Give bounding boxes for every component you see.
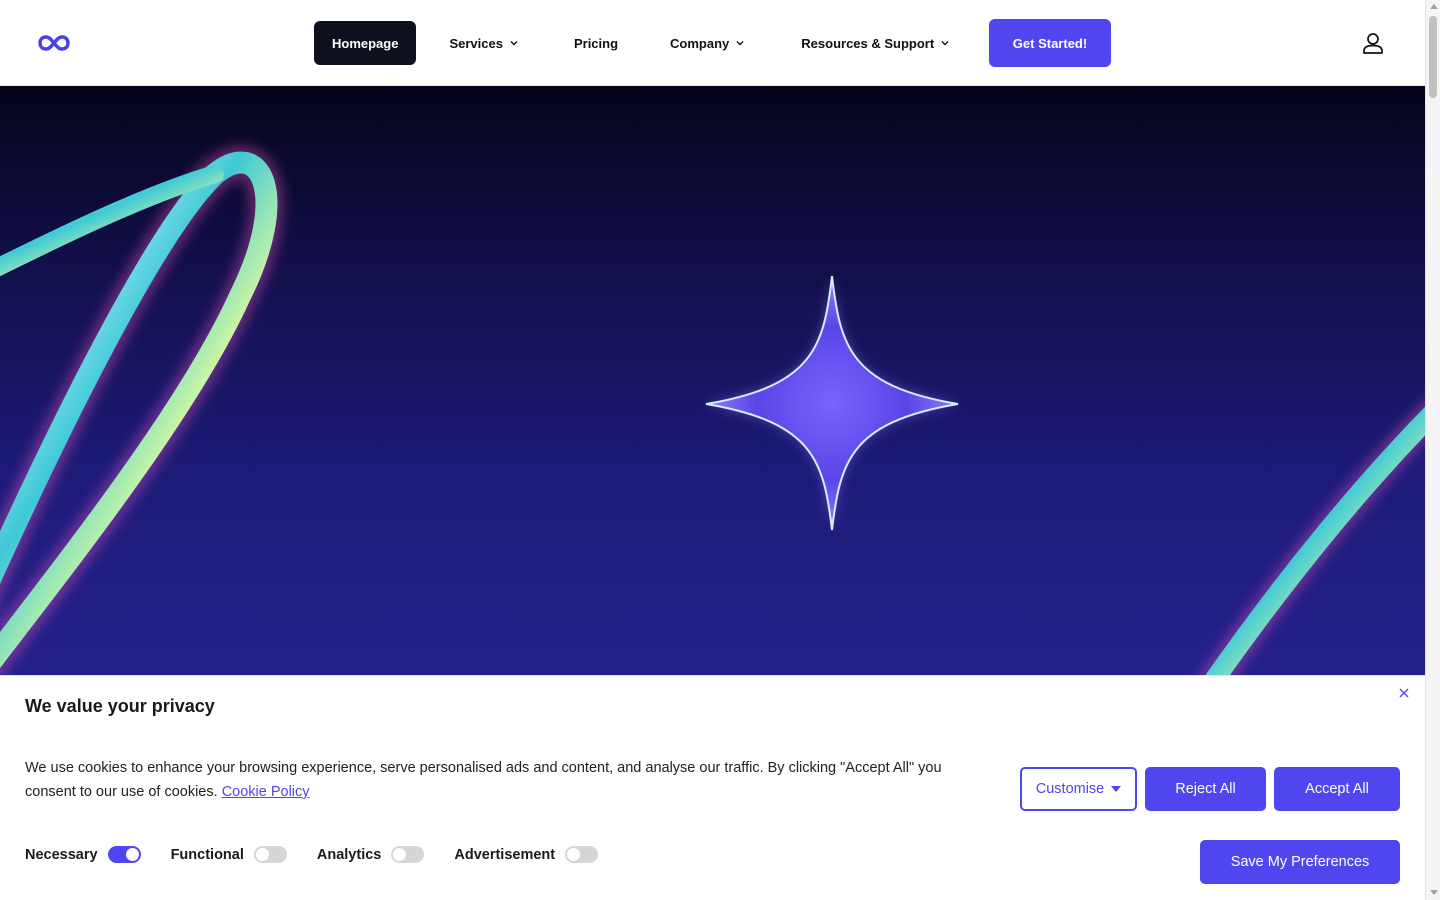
pref-necessary: Necessary xyxy=(25,846,141,863)
customise-label: Customise xyxy=(1035,781,1105,797)
pref-functional-label: Functional xyxy=(170,846,244,863)
nav-company-label: Company xyxy=(670,35,730,51)
nav-pricing-label: Pricing xyxy=(573,35,619,51)
sparkle-star-icon xyxy=(705,275,959,531)
pref-advertisement: Advertisement xyxy=(454,846,599,863)
functional-toggle[interactable] xyxy=(253,846,287,863)
page-scrollbar[interactable] xyxy=(1425,0,1440,900)
holographic-ring-left xyxy=(0,145,284,676)
cookie-description: We use cookies to enhance your browsing … xyxy=(25,756,975,804)
nav-services-label: Services xyxy=(449,35,503,51)
infinity-logo-icon[interactable] xyxy=(38,33,70,53)
advertisement-toggle[interactable] xyxy=(565,846,599,863)
nav-resources-label: Resources & Support xyxy=(801,35,935,51)
cookie-banner: We value your privacy We use cookies to … xyxy=(0,675,1425,900)
scroll-thumb[interactable] xyxy=(1429,16,1437,98)
nav-homepage[interactable]: Homepage xyxy=(314,21,417,65)
nav-services[interactable]: Services xyxy=(449,21,519,65)
nav-resources-support[interactable]: Resources & Support xyxy=(801,21,950,65)
pref-analytics-label: Analytics xyxy=(316,846,382,863)
cookie-text: We use cookies to enhance your browsing … xyxy=(25,760,942,800)
chevron-down-icon xyxy=(510,41,518,46)
user-icon[interactable] xyxy=(1362,32,1384,54)
cookie-title: We value your privacy xyxy=(25,696,215,716)
nav-company[interactable]: Company xyxy=(670,21,745,65)
holographic-ring-right xyxy=(1198,399,1425,676)
hero-section xyxy=(0,86,1425,676)
pref-functional: Functional xyxy=(171,846,287,863)
cookie-policy-link[interactable]: Cookie Policy xyxy=(222,784,310,800)
cookie-preferences: Necessary Functional Analytics Advertise… xyxy=(25,846,628,863)
main-nav: Homepage Services Pricing Company Resour… xyxy=(314,19,950,67)
site-header: Homepage Services Pricing Company Resour… xyxy=(0,0,1425,86)
scroll-up-arrow-icon[interactable] xyxy=(1430,4,1438,9)
analytics-toggle[interactable] xyxy=(391,846,425,863)
chevron-down-icon xyxy=(736,41,744,46)
necessary-toggle[interactable] xyxy=(107,846,141,863)
close-icon[interactable] xyxy=(1398,687,1410,699)
accept-all-button[interactable]: Accept All xyxy=(1274,767,1400,811)
chevron-down-icon xyxy=(941,41,949,46)
pref-advertisement-label: Advertisement xyxy=(454,846,556,863)
customise-button[interactable]: Customise xyxy=(1020,767,1137,811)
nav-pricing[interactable]: Pricing xyxy=(574,21,618,65)
reject-all-button[interactable]: Reject All xyxy=(1145,767,1266,811)
hero-artwork xyxy=(0,145,1425,676)
nav-homepage-label: Homepage xyxy=(332,35,399,51)
pref-necessary-label: Necessary xyxy=(25,846,98,863)
scroll-down-arrow-icon[interactable] xyxy=(1430,890,1438,895)
caret-down-icon xyxy=(1111,786,1122,792)
pref-analytics: Analytics xyxy=(316,846,425,863)
get-started-button[interactable]: Get Started! xyxy=(989,19,1111,67)
save-preferences-button[interactable]: Save My Preferences xyxy=(1200,840,1400,884)
